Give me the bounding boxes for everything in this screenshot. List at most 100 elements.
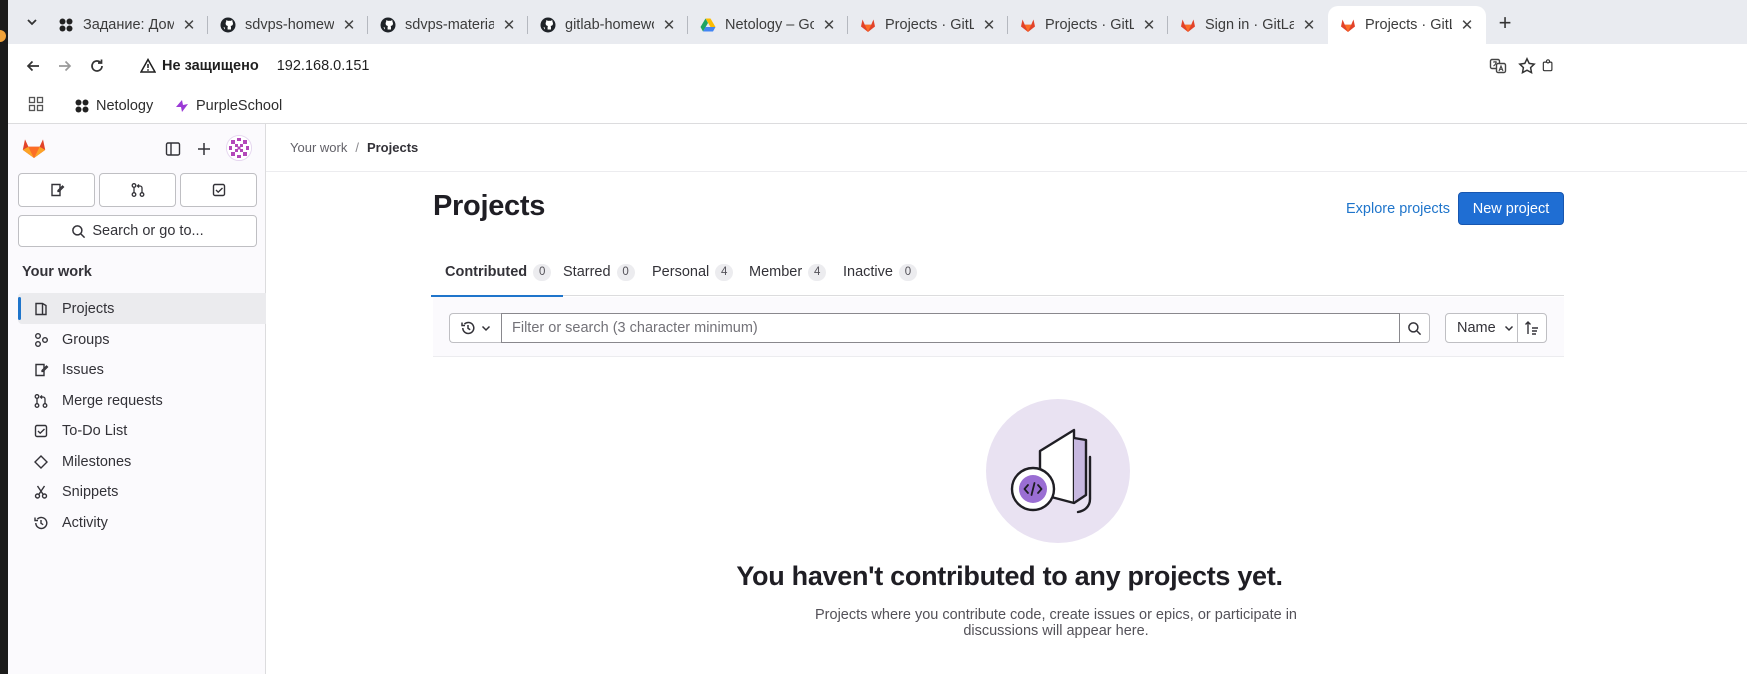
merge-request-icon xyxy=(131,183,144,197)
tab-search-button[interactable] xyxy=(20,10,44,34)
tab-title: Netology – Goo xyxy=(725,17,814,33)
tab-title: Projects · GitLab xyxy=(1365,17,1452,33)
tab-inactive[interactable]: Inactive 0 xyxy=(843,248,917,296)
browser-tab[interactable]: Задание: Домаш ✕ xyxy=(46,6,208,44)
empty-state-illustration xyxy=(986,399,1130,543)
close-icon[interactable]: ✕ xyxy=(1458,16,1476,34)
close-icon[interactable]: ✕ xyxy=(1300,16,1318,34)
tab-count-badge: 0 xyxy=(616,263,635,281)
tab-label: Personal xyxy=(652,264,710,280)
browser-tab[interactable]: gitlab-homewor ✕ xyxy=(528,6,688,44)
github-icon xyxy=(540,17,556,33)
filter-search-button[interactable] xyxy=(1400,313,1430,343)
browser-tab[interactable]: Sign in · GitLab ✕ xyxy=(1168,6,1328,44)
browser-tab[interactable]: Netology – Goo ✕ xyxy=(688,6,848,44)
merge-request-icon xyxy=(32,392,50,410)
main-content: Your work / Projects Projects Explore pr… xyxy=(266,124,1747,674)
sidebar-section-title: Your work xyxy=(22,264,92,280)
sidebar-header xyxy=(8,124,266,172)
breadcrumb-your-work[interactable]: Your work xyxy=(290,140,347,155)
sidebar-item-projects[interactable]: Projects xyxy=(18,293,269,324)
extensions-button[interactable] xyxy=(1541,54,1555,78)
close-icon[interactable]: ✕ xyxy=(980,16,998,34)
close-icon[interactable]: ✕ xyxy=(340,16,358,34)
history-icon xyxy=(32,514,50,532)
close-icon[interactable]: ✕ xyxy=(660,16,678,34)
security-indicator[interactable]: Не защищено xyxy=(140,58,259,74)
translate-button[interactable] xyxy=(1486,54,1510,78)
netology-icon xyxy=(59,18,73,32)
reload-button[interactable] xyxy=(85,54,109,78)
browser-tab[interactable]: sdvps-homewor ✕ xyxy=(208,6,368,44)
puzzle-icon xyxy=(1542,59,1553,72)
issues-icon xyxy=(50,183,64,197)
empty-state-description: Projects where you contribute code, crea… xyxy=(815,607,1297,639)
back-button[interactable] xyxy=(21,54,45,78)
tab-title: sdvps-homewor xyxy=(245,17,334,33)
search-or-go-button[interactable]: Search or go to... xyxy=(18,215,257,247)
bookmark-purpleschool[interactable]: PurpleSchool xyxy=(174,96,282,116)
dock-indicator xyxy=(0,30,6,42)
browser-tab-strip: Задание: Домаш ✕ sdvps-homewor ✕ sdvps-m… xyxy=(8,0,1747,44)
gitlab-logo[interactable] xyxy=(22,136,46,159)
google-drive-icon xyxy=(700,18,716,32)
bookmark-netology[interactable]: Netology xyxy=(74,96,153,116)
todo-quick-button[interactable] xyxy=(180,173,257,207)
close-icon[interactable]: ✕ xyxy=(180,16,198,34)
apps-grid-icon xyxy=(28,96,44,112)
browser-tab[interactable]: Projects · GitLab ✕ xyxy=(1008,6,1168,44)
sidebar-item-activity[interactable]: Activity xyxy=(18,507,269,538)
project-icon xyxy=(32,300,50,318)
browser-tab-active[interactable]: Projects · GitLab ✕ xyxy=(1328,6,1486,44)
projects-empty-illustration xyxy=(986,399,1130,543)
user-avatar[interactable] xyxy=(226,135,252,161)
close-icon[interactable]: ✕ xyxy=(820,16,838,34)
netology-icon xyxy=(75,99,89,113)
recent-searches-button[interactable] xyxy=(449,313,501,343)
collapse-sidebar-button[interactable] xyxy=(162,138,184,160)
sort-dropdown[interactable]: Name xyxy=(1445,313,1518,343)
tab-starred[interactable]: Starred 0 xyxy=(563,248,635,296)
create-new-button[interactable] xyxy=(193,138,215,160)
bookmark-label: Netology xyxy=(96,98,154,114)
sidebar-item-groups[interactable]: Groups xyxy=(18,324,269,355)
todo-icon xyxy=(212,183,225,197)
new-tab-button[interactable]: + xyxy=(1492,10,1518,36)
sidebar-item-merge-requests[interactable]: Merge requests xyxy=(18,385,269,416)
breadcrumb-projects[interactable]: Projects xyxy=(367,140,418,155)
new-project-button[interactable]: New project xyxy=(1458,192,1564,225)
close-icon[interactable]: ✕ xyxy=(1140,16,1158,34)
sort-label: Name xyxy=(1457,320,1496,336)
translate-icon xyxy=(1489,58,1507,74)
sidebar-item-milestones[interactable]: Milestones xyxy=(18,446,269,477)
github-icon xyxy=(380,17,396,33)
browser-tab[interactable]: sdvps-materials/ ✕ xyxy=(368,6,528,44)
tab-contributed[interactable]: Contributed 0 xyxy=(430,248,564,297)
sort-lowest-icon xyxy=(1525,321,1538,335)
issues-icon xyxy=(32,361,50,379)
address-bar[interactable]: Не защищено 192.168.0.151 xyxy=(126,48,1686,84)
apps-button[interactable] xyxy=(28,96,44,112)
sidebar-item-issues[interactable]: Issues xyxy=(18,354,269,385)
forward-button[interactable] xyxy=(53,54,77,78)
sort-direction-button[interactable] xyxy=(1517,313,1547,343)
tab-label: Inactive xyxy=(843,264,893,280)
assigned-issues-button[interactable] xyxy=(18,173,95,207)
bookmark-star-button[interactable] xyxy=(1515,54,1539,78)
sidebar-icon xyxy=(165,142,181,156)
sidebar-item-snippets[interactable]: Snippets xyxy=(18,476,269,507)
sidebar-item-label: To-Do List xyxy=(62,422,128,439)
filter-search-input[interactable]: Filter or search (3 character minimum) xyxy=(501,313,1400,343)
tab-personal[interactable]: Personal 4 xyxy=(652,248,734,296)
browser-toolbar: Не защищено 192.168.0.151 xyxy=(8,44,1747,88)
close-icon[interactable]: ✕ xyxy=(500,16,518,34)
explore-projects-link[interactable]: Explore projects xyxy=(1346,201,1450,217)
tab-title: Задание: Домаш xyxy=(83,17,174,33)
tab-member[interactable]: Member 4 xyxy=(749,248,827,296)
sidebar-item-label: Groups xyxy=(62,331,110,348)
browser-tab[interactable]: Projects · GitLab ✕ xyxy=(848,6,1008,44)
sidebar-item-todo-list[interactable]: To-Do List xyxy=(18,415,269,446)
search-icon xyxy=(72,224,86,238)
gitlab-icon xyxy=(1181,19,1195,32)
merge-requests-quick-button[interactable] xyxy=(99,173,176,207)
